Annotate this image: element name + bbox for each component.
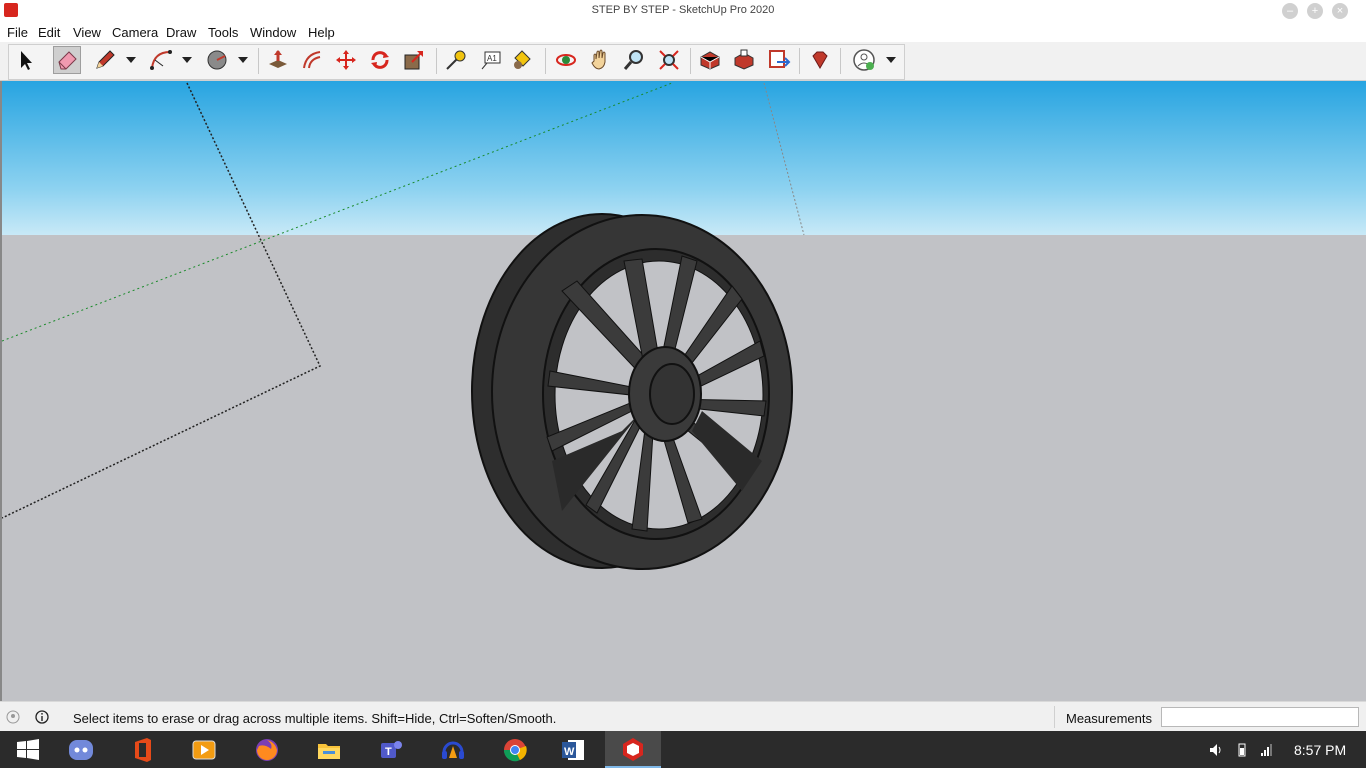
window-title: STEP BY STEP - SketchUp Pro 2020 (591, 4, 775, 16)
firefox-icon[interactable] (239, 731, 295, 768)
layout-send-icon[interactable] (765, 46, 793, 74)
battery-icon[interactable] (1234, 742, 1250, 758)
circle-tool-icon[interactable] (203, 46, 231, 74)
chevron-down-icon[interactable] (238, 55, 248, 65)
video-player-icon[interactable] (176, 731, 232, 768)
scale-icon[interactable] (400, 46, 428, 74)
menu-help[interactable]: Help (308, 25, 335, 40)
word-icon[interactable]: W (545, 731, 601, 768)
status-bar: Select items to erase or drag across mul… (0, 701, 1366, 732)
close-button[interactable]: × (1332, 3, 1348, 19)
dotted-edge (763, 82, 805, 236)
chrome-icon[interactable] (487, 731, 543, 768)
chevron-down-icon[interactable] (126, 55, 136, 65)
teams-icon[interactable]: T (363, 731, 419, 768)
text-icon[interactable]: A1 (477, 46, 505, 74)
signal-icon[interactable] (1259, 742, 1275, 758)
menu-tools[interactable]: Tools (208, 25, 238, 40)
minimize-button[interactable]: – (1282, 3, 1298, 19)
3d-warehouse-icon[interactable] (696, 46, 724, 74)
sketchup-icon[interactable] (605, 731, 661, 768)
discord-icon[interactable] (53, 731, 109, 768)
clock-time[interactable]: 8:57 PM (1294, 742, 1346, 758)
chevron-down-icon[interactable] (886, 55, 896, 65)
geo-location-icon[interactable] (6, 710, 20, 724)
title-bar: STEP BY STEP - SketchUp Pro 2020 – + × (0, 0, 1366, 22)
info-icon[interactable] (35, 710, 49, 724)
menu-view[interactable]: View (73, 25, 101, 40)
svg-text:T: T (385, 746, 392, 758)
menu-edit[interactable]: Edit (38, 25, 60, 40)
drawing-viewport[interactable] (0, 81, 1366, 701)
arc-icon[interactable] (147, 46, 175, 74)
model-scene[interactable] (2, 81, 1366, 701)
svg-text:W: W (564, 746, 575, 758)
maximize-button[interactable]: + (1307, 3, 1323, 19)
windows-start-icon[interactable] (0, 731, 56, 768)
menu-draw[interactable]: Draw (166, 25, 196, 40)
svg-text:A1: A1 (487, 54, 497, 63)
offset-icon[interactable] (298, 46, 326, 74)
audio-app-icon[interactable] (425, 731, 481, 768)
menu-file[interactable]: File (7, 25, 28, 40)
tape-measure-icon[interactable] (442, 46, 470, 74)
extension-warehouse-icon[interactable] (730, 46, 758, 74)
paint-bucket-icon[interactable] (508, 46, 536, 74)
office-icon[interactable] (115, 731, 171, 768)
wagon-wheel[interactable] (471, 213, 793, 570)
measurements-label: Measurements (1066, 711, 1152, 726)
rotate-icon[interactable] (366, 46, 394, 74)
zoom-extents-icon[interactable] (655, 46, 683, 74)
pencil-icon[interactable] (91, 46, 119, 74)
pan-icon[interactable] (586, 46, 614, 74)
select-icon[interactable] (12, 46, 40, 74)
account-icon[interactable] (850, 46, 878, 74)
orbit-icon[interactable] (552, 46, 580, 74)
measurements-input[interactable] (1161, 707, 1359, 727)
volume-icon[interactable] (1208, 742, 1224, 758)
ruby-console-icon[interactable] (806, 46, 834, 74)
push-pull-icon[interactable] (264, 46, 292, 74)
file-explorer-icon[interactable] (301, 731, 357, 768)
zoom-icon[interactable] (620, 46, 648, 74)
windows-taskbar: T W 8:57 PM (0, 731, 1366, 768)
chevron-down-icon[interactable] (182, 55, 192, 65)
menu-window[interactable]: Window (250, 25, 296, 40)
menu-camera[interactable]: Camera (112, 25, 158, 40)
move-icon[interactable] (332, 46, 360, 74)
dotted-edge (2, 82, 321, 519)
eraser-icon[interactable] (53, 46, 81, 74)
menu-bar: File Edit View Camera Draw Tools Window … (0, 22, 1366, 42)
status-hint: Select items to erase or drag across mul… (73, 711, 557, 726)
